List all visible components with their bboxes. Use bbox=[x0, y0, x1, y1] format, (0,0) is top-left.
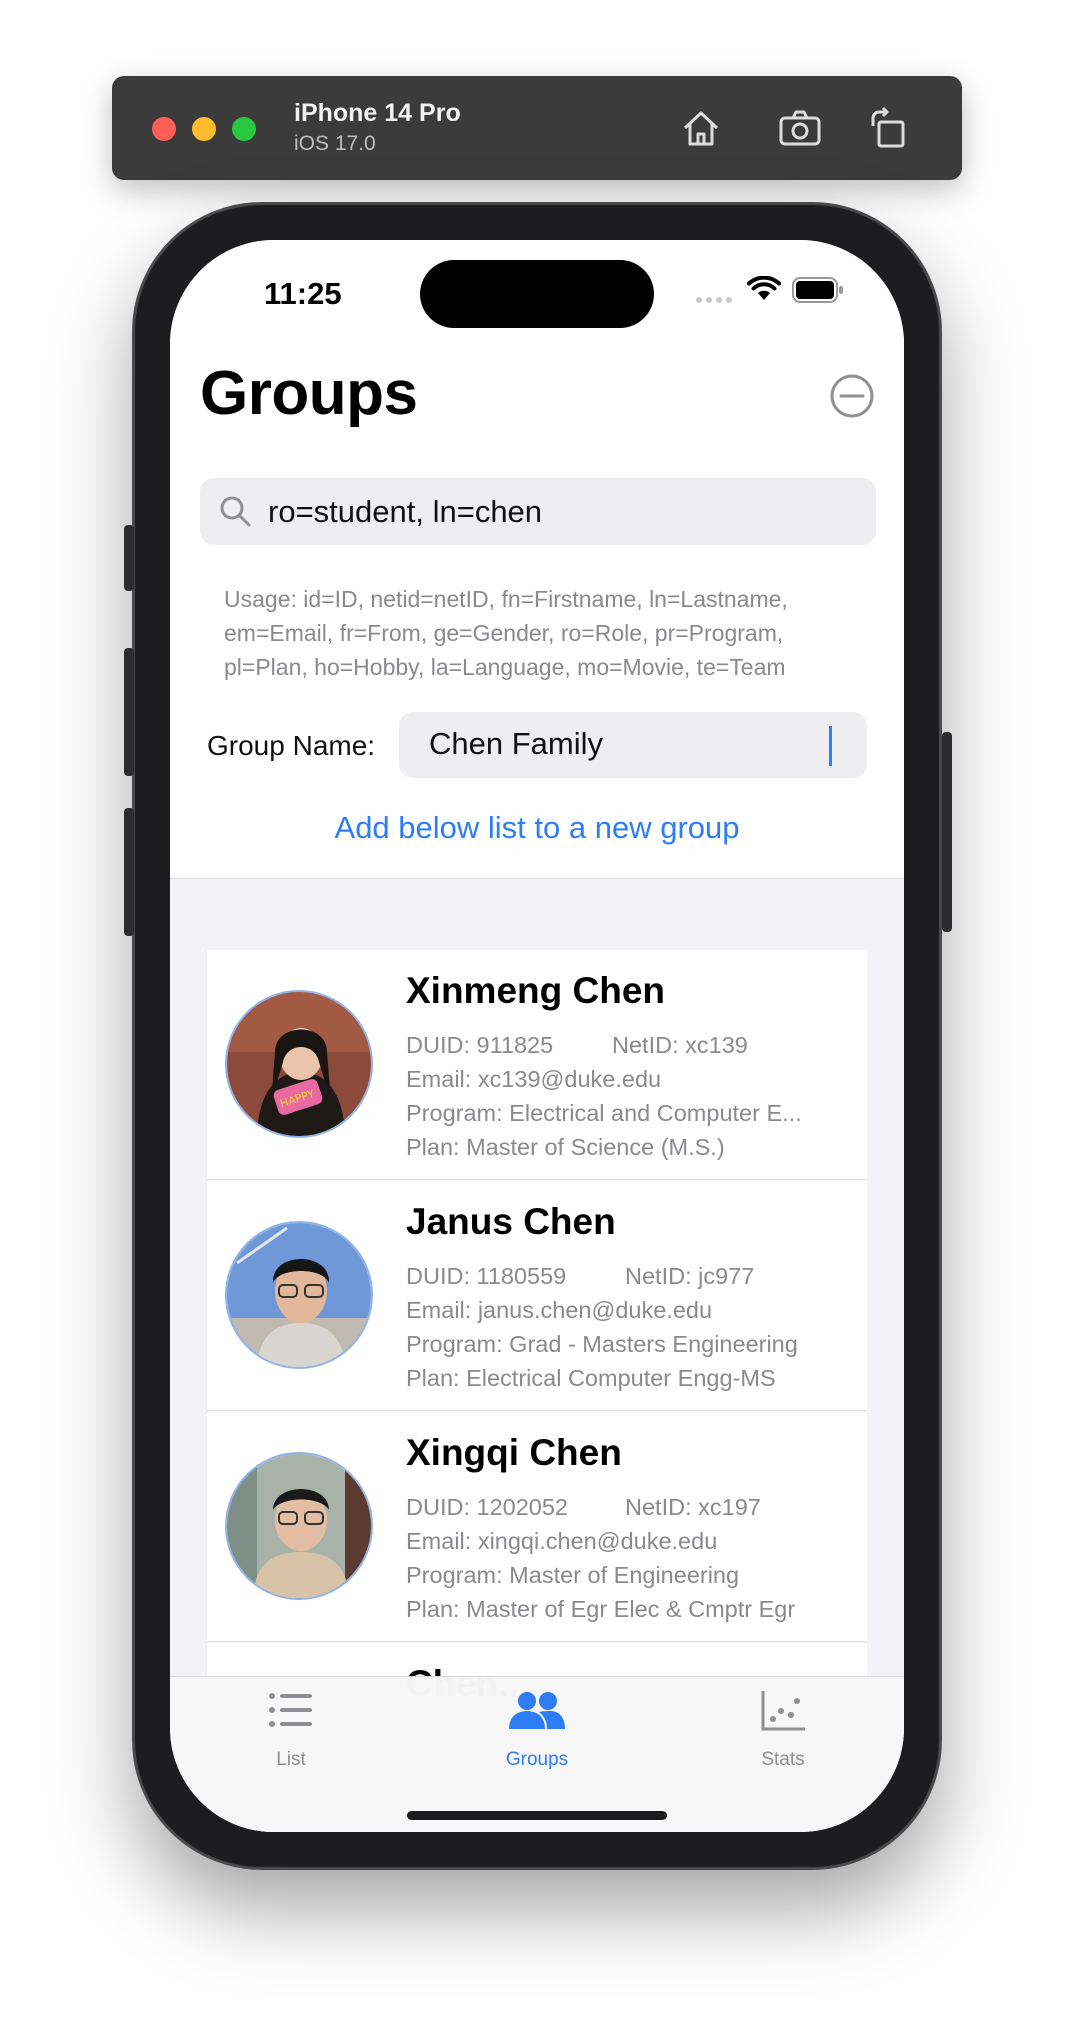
power-button bbox=[942, 732, 952, 932]
person-email: Email: xc139@duke.edu bbox=[406, 1066, 662, 1092]
tab-bar: List Groups Stats bbox=[170, 1676, 904, 1832]
usage-hint: Usage: id=ID, netid=netID, fn=Firstname,… bbox=[224, 586, 788, 680]
close-window-button[interactable] bbox=[152, 117, 176, 141]
person-netid: NetID: xc197 bbox=[625, 1494, 761, 1520]
divider bbox=[207, 1410, 867, 1411]
header-section: 11:25 Groups ro=student, ln=chen Usage: … bbox=[170, 240, 904, 879]
status-time: 11:25 bbox=[264, 276, 342, 311]
minimize-window-button[interactable] bbox=[192, 117, 216, 141]
group-name-input[interactable] bbox=[429, 726, 829, 762]
scatter-chart-icon bbox=[761, 1691, 805, 1731]
person-name: Xinmeng Chen bbox=[406, 970, 666, 1011]
tab-groups[interactable]: Groups bbox=[437, 1677, 637, 1787]
group-name-label: Group Name: bbox=[207, 730, 376, 761]
person-plan: Plan: Master of Egr Elec & Cmptr Egr bbox=[406, 1596, 796, 1622]
volume-up-button bbox=[124, 648, 134, 776]
group-name-field[interactable] bbox=[399, 712, 867, 778]
divider bbox=[207, 1179, 867, 1180]
dynamic-island bbox=[420, 260, 654, 328]
battery-icon bbox=[792, 277, 844, 308]
page-title: Groups bbox=[200, 359, 418, 428]
person-card[interactable]: Xingqi Chen DUID: 1202052 NetID: xc197 E… bbox=[207, 1412, 867, 1642]
wifi-icon bbox=[747, 275, 781, 307]
list-icon bbox=[269, 1693, 312, 1727]
person-card[interactable]: HAPPY Xinmeng Chen DUID: 911825 NetID: x… bbox=[207, 950, 867, 1180]
person-name: Janus Chen bbox=[406, 1201, 616, 1242]
simulator-toolbar: iPhone 14 Pro iOS 17.0 bbox=[112, 76, 962, 180]
person-plan: Plan: Master of Science (M.S.) bbox=[406, 1134, 725, 1160]
tab-label: Stats bbox=[761, 1749, 805, 1770]
minus-circle-icon[interactable] bbox=[829, 373, 875, 419]
person-duid: DUID: 1180559 bbox=[406, 1263, 567, 1289]
person-duid: DUID: 1202052 bbox=[406, 1494, 568, 1520]
simulator-device-name: iPhone 14 Pro bbox=[294, 99, 461, 127]
avatar bbox=[225, 1221, 373, 1369]
signal-icon bbox=[695, 292, 735, 310]
person-email: Email: xingqi.chen@duke.edu bbox=[406, 1528, 718, 1554]
person-program: Program: Electrical and Computer E... bbox=[406, 1100, 802, 1126]
zoom-window-button[interactable] bbox=[232, 117, 256, 141]
home-indicator bbox=[407, 1811, 667, 1820]
tab-stats[interactable]: Stats bbox=[683, 1677, 883, 1787]
person-program: Program: Grad - Masters Engineering bbox=[406, 1331, 798, 1357]
people-icon bbox=[509, 1692, 565, 1729]
search-input[interactable]: ro=student, ln=chen bbox=[268, 494, 542, 530]
phone-screen: 11:25 Groups ro=student, ln=chen Usage: … bbox=[170, 240, 904, 1832]
simulator-os-version: iOS 17.0 bbox=[294, 132, 376, 155]
divider bbox=[207, 1641, 867, 1642]
home-icon[interactable] bbox=[677, 104, 725, 152]
action-button bbox=[124, 525, 134, 591]
tab-label: Groups bbox=[505, 1749, 569, 1770]
person-netid: NetID: jc977 bbox=[625, 1263, 755, 1289]
avatar: HAPPY bbox=[225, 990, 373, 1138]
volume-down-button bbox=[124, 808, 134, 936]
person-netid: NetID: xc139 bbox=[612, 1032, 748, 1058]
person-plan: Plan: Electrical Computer Engg-MS bbox=[406, 1365, 776, 1391]
avatar bbox=[225, 1452, 373, 1600]
search-field[interactable]: ro=student, ln=chen bbox=[200, 478, 876, 545]
rotate-icon[interactable] bbox=[865, 104, 913, 152]
person-duid: DUID: 911825 bbox=[406, 1032, 554, 1058]
search-icon bbox=[218, 494, 252, 533]
add-to-group-button[interactable]: Add below list to a new group bbox=[170, 810, 904, 846]
screenshot-icon[interactable] bbox=[776, 104, 824, 152]
text-caret bbox=[829, 726, 832, 766]
person-email: Email: janus.chen@duke.edu bbox=[406, 1297, 713, 1323]
tab-label: List bbox=[276, 1749, 306, 1770]
person-name: Xingqi Chen bbox=[406, 1432, 622, 1473]
person-card[interactable]: Janus Chen DUID: 1180559 NetID: jc977 Em… bbox=[207, 1181, 867, 1411]
person-program: Program: Master of Engineering bbox=[406, 1562, 740, 1588]
tab-list[interactable]: List bbox=[191, 1677, 391, 1787]
